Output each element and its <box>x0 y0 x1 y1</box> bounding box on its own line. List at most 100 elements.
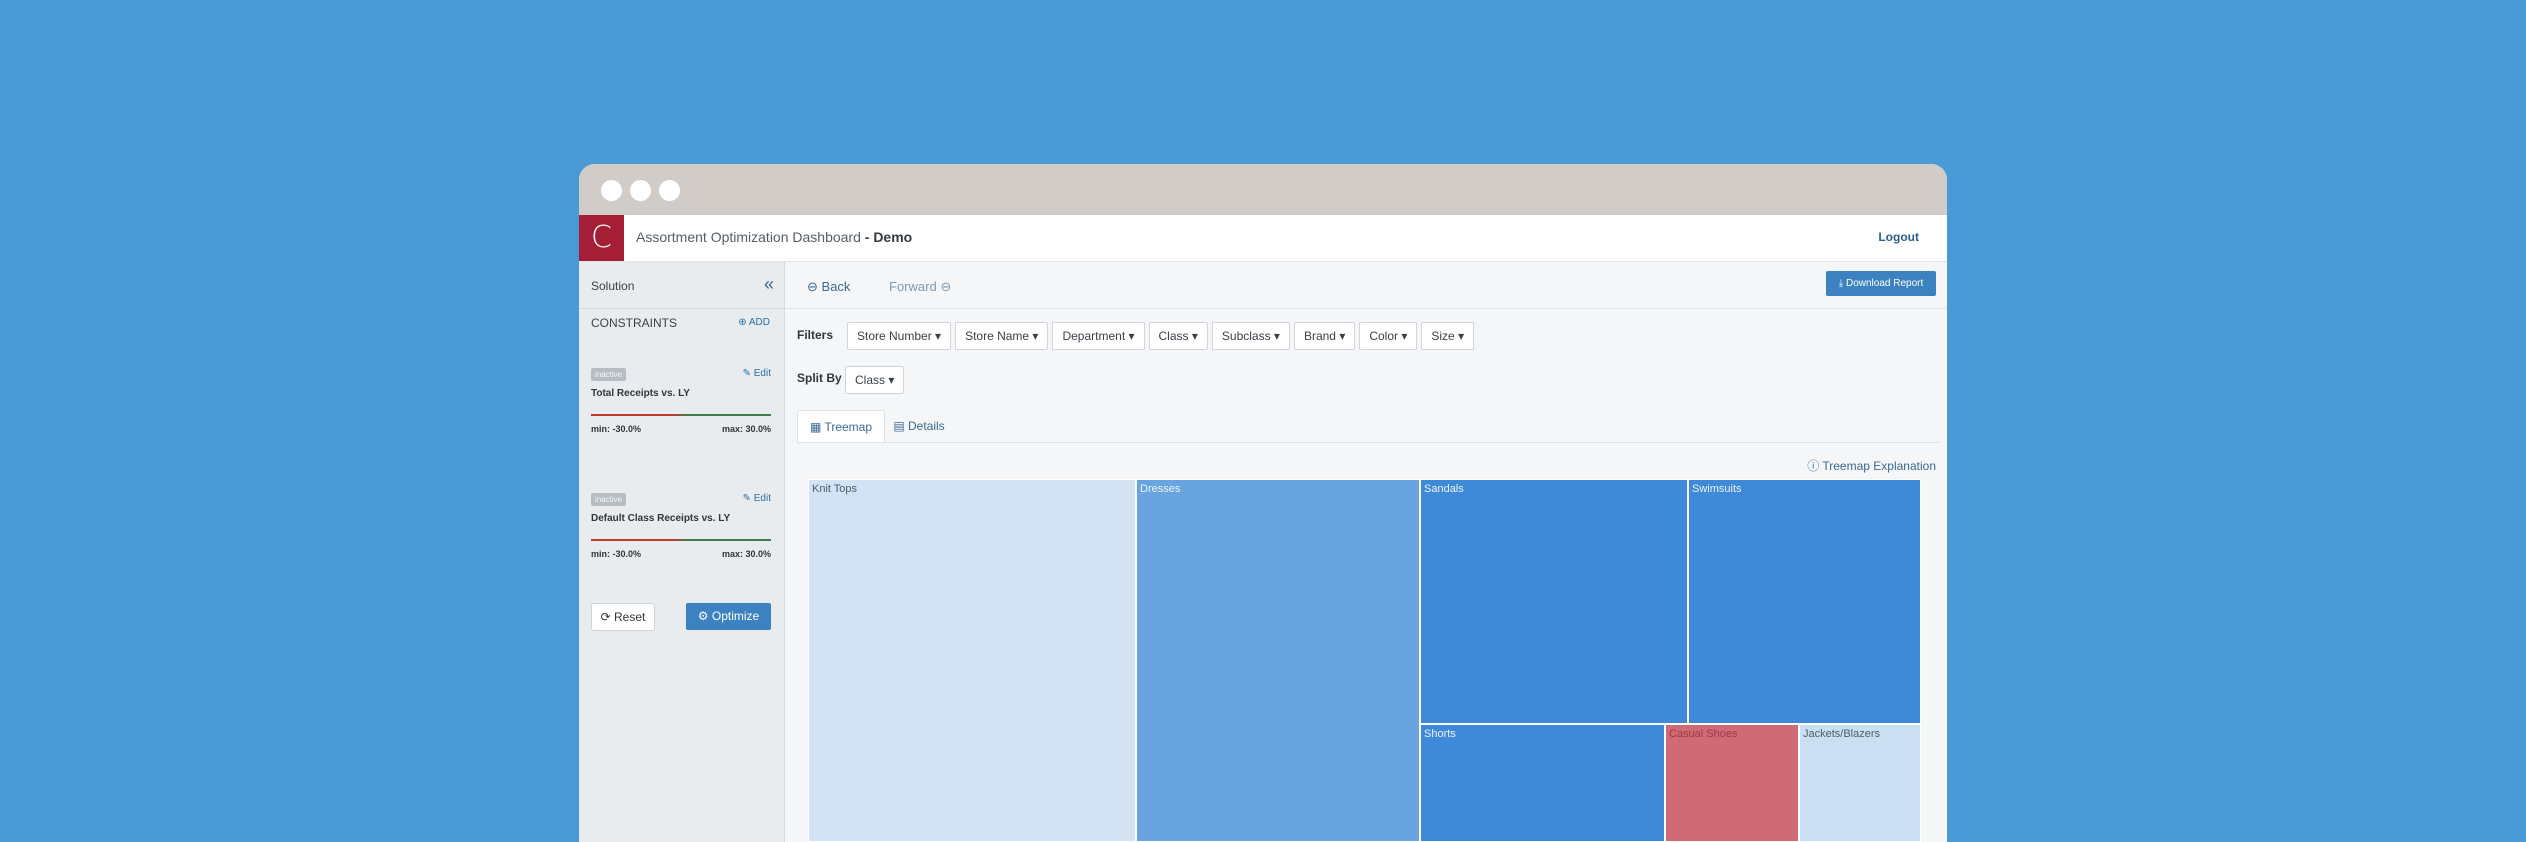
table-icon: ▤ <box>893 419 905 433</box>
filter-dropdown-store-number[interactable]: Store Number ▾ <box>847 322 952 350</box>
caret-down-icon: ▾ <box>1125 329 1135 343</box>
constraints-heading: CONSTRAINTS <box>591 316 678 330</box>
edit-label: Edit <box>753 493 771 504</box>
filter-label: Color <box>1369 329 1399 343</box>
page-title: Assortment Optimization Dashboard - Demo <box>636 229 912 245</box>
caret-down-icon: ▾ <box>931 329 942 343</box>
caret-down-icon: ▾ <box>1335 329 1346 343</box>
plus-circle-icon: ⊕ <box>738 317 749 328</box>
logout-link[interactable]: Logout <box>1878 230 1919 244</box>
arrow-circle-right-icon: ⊖ <box>940 279 952 294</box>
sidebar: Solution « CONSTRAINTS ⊕ ADD inactive ✎ … <box>579 262 785 842</box>
treemap-explanation-label: Treemap Explanation <box>1822 459 1936 473</box>
filter-label: Size <box>1431 329 1455 343</box>
treemap-explanation-link[interactable]: ⓘ Treemap Explanation <box>1807 457 1936 474</box>
reset-button[interactable]: ⟳ Reset <box>591 603 655 631</box>
edit-constraint-button[interactable]: ✎ Edit <box>743 493 771 504</box>
window-maximize-dot[interactable] <box>659 180 680 201</box>
caret-down-icon: ▾ <box>1454 329 1465 343</box>
forward-button[interactable]: Forward ⊖ <box>889 279 951 295</box>
caret-down-icon: ▾ <box>1270 329 1280 343</box>
constraint-range-bar <box>591 539 771 541</box>
split-by-label: Split By <box>797 371 842 385</box>
filter-dropdown-size[interactable]: Size ▾ <box>1421 322 1475 350</box>
main-panel: ⊖ Back Forward ⊖ ⤓ Download Report Filte… <box>785 262 1947 842</box>
treemap-tile-casual-shoes[interactable]: Casual Shoes <box>1665 724 1799 842</box>
treemap-tile-jackets-blazers[interactable]: Jackets/Blazers <box>1799 724 1921 842</box>
browser-window: C Assortment Optimization Dashboard - De… <box>579 164 1947 842</box>
window-titlebar <box>579 164 1947 215</box>
double-chevron-left-icon[interactable]: « <box>764 274 774 295</box>
optimize-button[interactable]: ⚙ Optimize <box>686 603 771 630</box>
window-minimize-dot[interactable] <box>630 180 651 201</box>
caret-down-icon: ▾ <box>1398 329 1408 343</box>
sidebar-header: Solution « <box>579 262 784 309</box>
treemap-tile-sandals[interactable]: Sandals <box>1420 479 1688 724</box>
tab-details[interactable]: ▤ Details <box>887 410 951 442</box>
tab-details-label: Details <box>908 419 945 433</box>
filter-dropdown-class[interactable]: Class ▾ <box>1148 322 1208 350</box>
split-by-dropdown[interactable]: Class ▾ <box>845 366 905 394</box>
caret-down-icon: ▾ <box>888 373 895 387</box>
grid-icon: ▦ <box>809 420 822 434</box>
app-title-text: Assortment Optimization Dashboard <box>636 229 861 245</box>
tile-label: Jackets/Blazers <box>1803 728 1881 740</box>
optimize-label: Optimize <box>711 609 760 623</box>
status-badge: inactive <box>591 368 627 381</box>
edit-label: Edit <box>753 368 771 379</box>
filter-dropdown-store-name[interactable]: Store Name ▾ <box>955 322 1049 350</box>
treemap-chart: Knit Tops Dresses Sandals Swimsuits Shor… <box>808 479 1921 842</box>
filter-label: Class <box>1158 329 1189 343</box>
logo[interactable]: C <box>579 215 624 261</box>
filter-dropdown-brand[interactable]: Brand ▾ <box>1293 322 1356 350</box>
filter-bar: Store Number ▾ Store Name ▾ Department ▾ Cl… <box>847 322 1475 350</box>
tile-label: Dresses <box>1140 483 1181 495</box>
refresh-icon: ⟳ <box>600 610 611 624</box>
filter-dropdown-color[interactable]: Color ▾ <box>1359 322 1418 350</box>
filter-dropdown-department[interactable]: Department ▾ <box>1052 322 1145 350</box>
tile-label: Knit Tops <box>812 483 858 495</box>
add-label: ADD <box>748 317 770 328</box>
back-button[interactable]: ⊖ Back <box>807 279 850 295</box>
status-badge: inactive <box>591 493 627 506</box>
tab-treemap[interactable]: ▦ Treemap <box>797 410 885 443</box>
sidebar-title: Solution <box>591 279 635 293</box>
treemap-tile-swimsuits[interactable]: Swimsuits <box>1688 479 1921 724</box>
forward-label: Forward <box>889 279 937 294</box>
constraint-min: min: -30.0% <box>591 549 642 559</box>
split-by-value: Class <box>855 373 886 387</box>
tile-label: Sandals <box>1424 483 1464 495</box>
pencil-icon: ✎ <box>742 493 751 504</box>
filters-label: Filters <box>797 328 834 342</box>
treemap-tile-dresses[interactable]: Dresses <box>1136 479 1420 842</box>
app-header: C Assortment Optimization Dashboard - De… <box>579 215 1947 262</box>
add-constraint-button[interactable]: ⊕ ADD <box>738 317 770 328</box>
filter-dropdown-subclass[interactable]: Subclass ▾ <box>1211 322 1290 350</box>
edit-constraint-button[interactable]: ✎ Edit <box>743 368 771 379</box>
constraint-range-bar <box>591 414 771 416</box>
constraint-max: max: 30.0% <box>721 424 771 434</box>
nav-toolbar: ⊖ Back Forward ⊖ ⤓ Download Report <box>785 262 1947 309</box>
filter-label: Subclass <box>1221 329 1271 343</box>
info-circle-icon: ⓘ <box>1807 459 1820 473</box>
constraint-title: Default Class Receipts vs. LY <box>591 513 731 524</box>
download-label: Download Report <box>1845 278 1924 289</box>
filter-label: Department <box>1062 329 1126 343</box>
download-report-button[interactable]: ⤓ Download Report <box>1826 271 1936 296</box>
window-close-dot[interactable] <box>601 180 622 201</box>
back-label: Back <box>821 279 851 294</box>
reset-label: Reset <box>614 610 646 624</box>
constraint-max: max: 30.0% <box>721 549 771 559</box>
tab-treemap-label: Treemap <box>824 420 873 434</box>
filter-label: Brand <box>1303 329 1336 343</box>
arrow-circle-left-icon: ⊖ <box>807 279 818 294</box>
treemap-tile-shorts[interactable]: Shorts <box>1420 724 1665 842</box>
filter-label: Store Number <box>857 329 932 343</box>
tile-label: Shorts <box>1424 728 1456 740</box>
gears-icon: ⚙ <box>697 609 709 623</box>
caret-down-icon: ▾ <box>1188 329 1198 343</box>
app-title-suffix: - Demo <box>864 229 913 245</box>
constraint-card: inactive ✎ Edit Default Class Receipts v… <box>591 493 771 573</box>
treemap-tile-knit-tops[interactable]: Knit Tops <box>808 479 1136 842</box>
tile-label: Casual Shoes <box>1669 728 1738 740</box>
